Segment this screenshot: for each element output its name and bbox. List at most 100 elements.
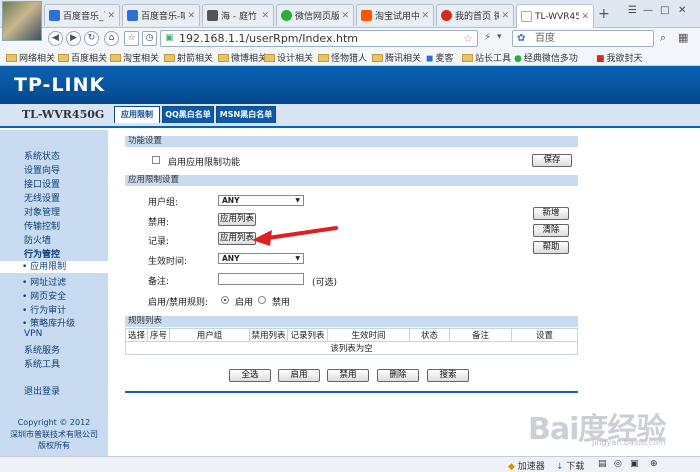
note-input[interactable] bbox=[218, 273, 304, 285]
sidebar-item-objects[interactable]: 对象管理 bbox=[24, 205, 60, 218]
bookmark-folder[interactable]: 百度相关 bbox=[58, 51, 107, 64]
favorites-icon[interactable]: ☆ bbox=[124, 31, 139, 46]
search-icon[interactable]: ⌕ bbox=[660, 31, 666, 45]
bookmark-folder[interactable]: 微博相关 bbox=[218, 51, 267, 64]
close-icon[interactable]: ✕ bbox=[341, 11, 349, 21]
enable-checkbox[interactable] bbox=[152, 156, 160, 164]
enable-radio-label: 启用 bbox=[235, 298, 254, 308]
sidebar-item-policy-upgrade[interactable]: • 策略库升级 bbox=[22, 316, 75, 329]
enable-button[interactable]: 启用 bbox=[278, 369, 320, 382]
record-app-list-button[interactable]: 应用列表 bbox=[218, 232, 256, 245]
status-icon[interactable]: ▣ bbox=[630, 459, 639, 469]
sidebar-item-wizard[interactable]: 设置向导 bbox=[24, 163, 60, 176]
disable-button[interactable]: 禁用 bbox=[327, 369, 369, 382]
bookmark-link[interactable]: ● 经典微信多功 bbox=[514, 51, 578, 64]
status-icon[interactable]: ◎ bbox=[614, 459, 622, 469]
sidebar-item-audit[interactable]: • 行为审计 bbox=[22, 303, 66, 316]
close-icon[interactable]: ✕ bbox=[187, 11, 195, 21]
clear-button[interactable]: 清除 bbox=[533, 224, 569, 237]
sidebar-item-web-security[interactable]: • 网页安全 bbox=[22, 289, 66, 302]
tab-msn-list[interactable]: MSN黑白名单 bbox=[216, 106, 276, 123]
forbid-app-list-button[interactable]: 应用列表 bbox=[218, 213, 256, 226]
bookmark-folder[interactable]: 射箭相关 bbox=[164, 51, 213, 64]
address-bar[interactable]: ▣ 192.168.1.1/userRpm/Index.htm ☆ bbox=[160, 30, 478, 47]
sidebar-item-services[interactable]: 系统服务 bbox=[24, 343, 60, 356]
new-tab-icon[interactable]: + bbox=[598, 6, 610, 22]
extensions-icon[interactable]: ▦ bbox=[678, 31, 688, 44]
sidebar-item-tools[interactable]: 系统工具 bbox=[24, 357, 60, 370]
add-button[interactable]: 新增 bbox=[533, 207, 569, 220]
sidebar-item-app-limit[interactable]: • 应用限制 bbox=[0, 261, 108, 273]
sidebar-item-vpn[interactable]: VPN bbox=[24, 329, 42, 339]
menu-icon[interactable]: ☰ bbox=[628, 5, 637, 16]
enable-radio[interactable] bbox=[221, 296, 229, 304]
minimize-icon[interactable]: — bbox=[643, 5, 653, 16]
close-icon[interactable]: ✕ bbox=[581, 12, 589, 22]
bookmark-folder[interactable]: 腾讯相关 bbox=[372, 51, 421, 64]
bookmark-link[interactable]: ◼ 麦客 bbox=[426, 51, 454, 64]
search-input[interactable]: ✿ 百度 bbox=[512, 30, 654, 47]
browser-tab[interactable]: 百度音乐_百✕ bbox=[44, 4, 120, 26]
wechat-icon: ● bbox=[514, 54, 522, 64]
help-button[interactable]: 帮助 bbox=[533, 241, 569, 254]
taobao-icon bbox=[361, 10, 372, 21]
bookmark-folder[interactable]: 淘宝相关 bbox=[110, 51, 159, 64]
download-item[interactable]: ↓ 下载 bbox=[556, 459, 584, 472]
sidebar-item-interface[interactable]: 接口设置 bbox=[24, 177, 60, 190]
bookmark-link[interactable]: ■ 我欲封天 bbox=[596, 51, 643, 64]
profile-avatar[interactable] bbox=[2, 1, 42, 41]
browser-tab[interactable]: 微信网页版 ✕ bbox=[276, 4, 354, 26]
user-group-label: 用户组: bbox=[148, 198, 179, 208]
sidebar-item-behavior[interactable]: 行为管控 bbox=[24, 247, 60, 260]
sidebar-item-url-filter[interactable]: • 网址过滤 bbox=[22, 275, 66, 288]
folder-icon bbox=[110, 54, 121, 62]
bookmark-folder[interactable]: 站长工具 bbox=[462, 51, 511, 64]
browser-tab[interactable]: 我的首页 微 ✕ bbox=[436, 4, 514, 26]
disable-radio[interactable] bbox=[258, 296, 266, 304]
sidebar-item-logout[interactable]: 退出登录 bbox=[24, 384, 60, 397]
zoom-icon[interactable]: ⊕ bbox=[650, 459, 658, 469]
home-icon[interactable]: ⌂ bbox=[104, 31, 119, 46]
status-icon[interactable]: ▤ bbox=[598, 459, 607, 469]
tab-qq-list[interactable]: QQ黑白名单 bbox=[162, 106, 214, 123]
browser-tab[interactable]: 海 - 庭竹 - ✕ bbox=[202, 4, 274, 26]
sidebar-item-transfer[interactable]: 传输控制 bbox=[24, 219, 60, 232]
browser-tab-active[interactable]: TL-WVR450G✕ bbox=[516, 4, 594, 28]
sidebar-item-status[interactable]: 系统状态 bbox=[24, 149, 60, 162]
delete-button[interactable]: 删除 bbox=[377, 369, 419, 382]
effective-time-select[interactable]: ANY ▼ bbox=[218, 253, 304, 264]
weibo-icon bbox=[441, 10, 452, 21]
user-group-select[interactable]: ANY ▼ bbox=[218, 195, 304, 206]
history-icon[interactable]: ◷ bbox=[142, 31, 157, 46]
accelerator-item[interactable]: ◆ 加速器 bbox=[508, 459, 545, 472]
dropdown-icon[interactable]: ▾ bbox=[497, 32, 502, 42]
browser-tab[interactable]: 百度音乐-听 ✕ bbox=[122, 4, 200, 26]
refresh-icon[interactable]: ↻ bbox=[84, 31, 99, 46]
col-note: 备注 bbox=[449, 328, 512, 342]
close-window-icon[interactable]: ✕ bbox=[678, 5, 686, 16]
folder-icon bbox=[58, 54, 69, 62]
close-icon[interactable]: ✕ bbox=[261, 11, 269, 21]
bookmark-folder[interactable]: 网络相关 bbox=[6, 51, 55, 64]
section-app-limit-settings: 应用限制设置 bbox=[125, 175, 578, 186]
close-icon[interactable]: ✕ bbox=[421, 11, 429, 21]
disable-radio-label: 禁用 bbox=[272, 298, 291, 308]
browser-tab[interactable]: 淘宝试用中 ✕ bbox=[356, 4, 434, 26]
baidu-paw-icon: ✿ bbox=[517, 33, 526, 44]
lightning-icon[interactable]: ⚡ bbox=[484, 32, 491, 43]
sidebar-item-firewall[interactable]: 防火墙 bbox=[24, 233, 51, 246]
tab-app-limit[interactable]: 应用限制 bbox=[114, 106, 160, 123]
bookmark-star-icon[interactable]: ☆ bbox=[463, 31, 473, 46]
watermark-url: jingyan.baidu.com bbox=[592, 438, 666, 447]
select-all-button[interactable]: 全选 bbox=[229, 369, 271, 382]
close-icon[interactable]: ✕ bbox=[501, 11, 509, 21]
back-icon[interactable]: ◀ bbox=[48, 31, 63, 46]
maximize-icon[interactable]: □ bbox=[660, 5, 669, 16]
bookmark-folder[interactable]: 设计相关 bbox=[264, 51, 313, 64]
forward-icon[interactable]: ▶ bbox=[66, 31, 81, 46]
search-button[interactable]: 搜索 bbox=[427, 369, 469, 382]
close-icon[interactable]: ✕ bbox=[107, 11, 115, 21]
save-button[interactable]: 保存 bbox=[532, 154, 572, 167]
bookmark-folder[interactable]: 怪物猎人 bbox=[318, 51, 367, 64]
sidebar-item-wireless[interactable]: 无线设置 bbox=[24, 191, 60, 204]
